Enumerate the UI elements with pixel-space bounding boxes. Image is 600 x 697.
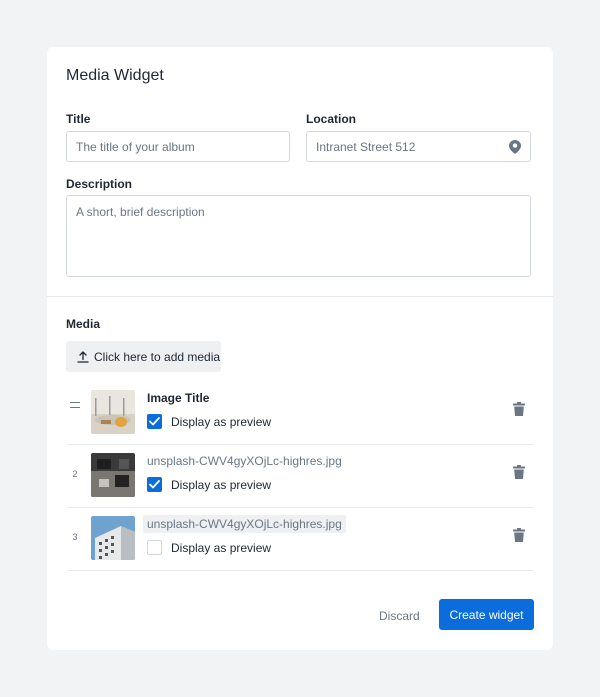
- description-placeholder: A short, brief description: [76, 205, 205, 219]
- add-media-label: Click here to add media: [94, 349, 221, 364]
- title-label: Title: [66, 112, 91, 126]
- display-preview-toggle[interactable]: Display as preview: [147, 414, 271, 429]
- add-media-button[interactable]: Click here to add media: [66, 341, 221, 372]
- section-divider: [47, 296, 553, 297]
- media-item-title[interactable]: Image Title: [147, 391, 209, 405]
- row-index: 3: [72, 532, 78, 542]
- media-widget-card: Media Widget Title The title of your alb…: [47, 47, 553, 650]
- preview-checkbox[interactable]: [147, 540, 162, 555]
- row-divider: [68, 570, 533, 571]
- media-list-item: 2 unsplash-CWV4gyXOjLc-highres.jpg Displ…: [68, 445, 533, 508]
- display-preview-toggle[interactable]: Display as preview: [147, 477, 271, 492]
- trash-icon[interactable]: [513, 528, 527, 543]
- trash-icon[interactable]: [513, 402, 527, 417]
- title-input[interactable]: The title of your album: [66, 131, 290, 162]
- location-input[interactable]: Intranet Street 512: [306, 131, 531, 162]
- preview-label: Display as preview: [171, 414, 272, 429]
- preview-label: Display as preview: [171, 477, 272, 492]
- discard-button[interactable]: Discard: [379, 609, 420, 623]
- preview-checkbox[interactable]: [147, 477, 162, 492]
- map-pin-icon: [509, 139, 521, 154]
- media-thumbnail: [91, 516, 135, 560]
- location-label: Location: [306, 112, 356, 126]
- preview-label: Display as preview: [171, 540, 272, 555]
- description-textarea[interactable]: A short, brief description: [66, 195, 531, 277]
- media-list-item: Image Title Display as preview: [68, 382, 533, 445]
- media-thumbnail: [91, 390, 135, 434]
- card-title: Media Widget: [66, 67, 164, 84]
- title-input-placeholder: The title of your album: [76, 139, 195, 154]
- drag-handle-icon[interactable]: [70, 402, 80, 408]
- display-preview-toggle[interactable]: Display as preview: [147, 540, 271, 555]
- create-widget-button[interactable]: Create widget: [439, 599, 534, 630]
- media-item-filename[interactable]: unsplash-CWV4gyXOjLc-highres.jpg: [147, 454, 342, 468]
- upload-icon: [77, 350, 89, 363]
- preview-checkbox[interactable]: [147, 414, 162, 429]
- description-label: Description: [66, 177, 133, 191]
- media-list-item: 3 unsplash-CWV4gyXOjLc-highres.jpg Displ…: [68, 508, 533, 571]
- location-input-value: Intranet Street 512: [316, 139, 416, 154]
- media-label: Media: [66, 317, 101, 331]
- media-item-filename[interactable]: unsplash-CWV4gyXOjLc-highres.jpg: [143, 515, 346, 533]
- media-thumbnail: [91, 453, 135, 497]
- row-index: 2: [72, 469, 78, 479]
- trash-icon[interactable]: [513, 465, 527, 480]
